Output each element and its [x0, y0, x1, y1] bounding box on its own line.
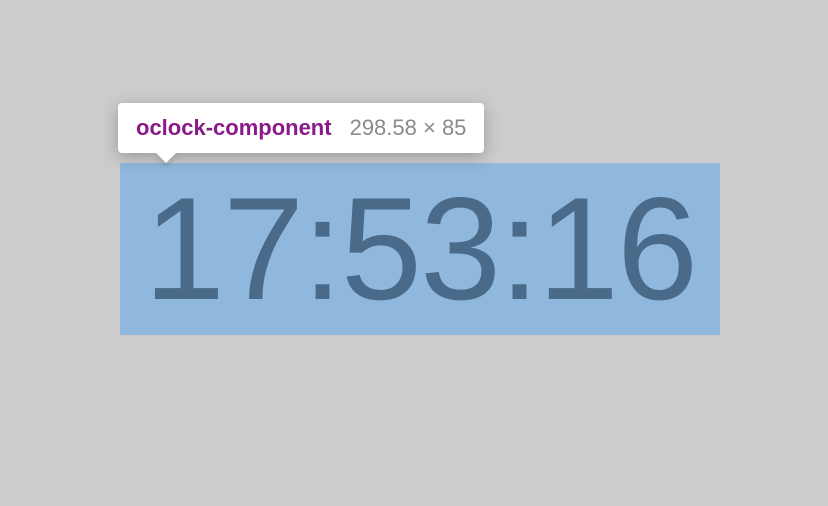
tooltip-component-name: oclock-component [136, 115, 332, 141]
clock-time-display: 17:53:16 [144, 176, 696, 322]
inspector-tooltip: oclock-component 298.58 × 85 [118, 103, 484, 153]
tooltip-dimensions: 298.58 × 85 [350, 115, 467, 141]
inspector-highlight-overlay: 17:53:16 [120, 163, 720, 335]
